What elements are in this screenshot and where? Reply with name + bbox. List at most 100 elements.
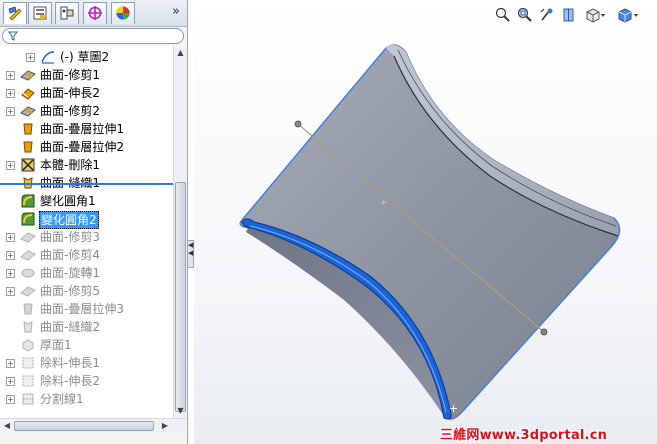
feature-tree-item-label: 厚面1: [40, 338, 72, 352]
feature-tree-item-label: 曲面-疊層拉伸1: [40, 122, 124, 136]
expand-toggle-icon[interactable]: +: [6, 377, 15, 386]
svg-text:+: +: [380, 198, 388, 208]
scroll-left-arrow-icon[interactable]: ◀: [2, 421, 12, 431]
heads-up-view-toolbar: [494, 6, 654, 26]
feature-tree-item-label: 曲面-縫織2: [40, 320, 100, 334]
feature-tree-item-label: 曲面-修剪5: [40, 284, 100, 298]
feature-tree-item-label: 除料-伸長2: [40, 374, 100, 388]
property-manager-icon: [33, 6, 47, 20]
expand-toggle-icon[interactable]: +: [6, 71, 15, 80]
display-tab[interactable]: [111, 2, 135, 24]
feature-tree-item-label: 曲面-疊層拉伸2: [40, 140, 124, 154]
variable-fillet-icon: [20, 193, 36, 209]
expand-toggle-icon[interactable]: +: [6, 395, 15, 404]
feature-tree-item[interactable]: + 曲面-修剪1: [0, 66, 173, 84]
feature-tree-item[interactable]: 曲面-縫織2: [0, 318, 173, 336]
feature-tree-item-label: 曲面-旋轉1: [40, 266, 100, 280]
filter-icon: [8, 31, 18, 41]
zoom-to-fit-icon: [495, 7, 510, 22]
view-orientation-icon: [586, 8, 605, 23]
scroll-down-arrow-icon[interactable]: ▼: [176, 406, 185, 415]
expand-toggle-icon[interactable]: +: [6, 251, 15, 260]
surface-trim-icon: [20, 67, 36, 83]
axis-endpoint-handle[interactable]: [540, 328, 548, 336]
feature-tree-item-label: 除料-伸長1: [40, 356, 100, 370]
view-orientation-button[interactable]: [584, 6, 605, 24]
feature-tree-item[interactable]: 變化圓角1: [0, 192, 173, 210]
previous-view-icon: [540, 8, 553, 21]
property-tab[interactable]: [28, 2, 52, 24]
expand-toggle-icon[interactable]: +: [6, 107, 15, 116]
feature-tree-item[interactable]: 曲面-疊層拉伸3: [0, 300, 173, 318]
variable-fillet-body[interactable]: + +: [239, 44, 621, 420]
feature-tree-item[interactable]: 厚面1: [0, 336, 173, 354]
rollback-bar[interactable]: [0, 183, 173, 185]
feature-tree-item-label: 曲面-疊層拉伸3: [40, 302, 124, 316]
feature-tree-item[interactable]: 曲面-疊層拉伸2: [0, 138, 173, 156]
feature-tree-item[interactable]: + 除料-伸長2: [0, 372, 173, 390]
feature-tree-item-label: 分割線1: [40, 392, 84, 406]
section-view-button[interactable]: [560, 6, 578, 24]
feature-tree-item-label: 曲面-修剪1: [40, 68, 100, 82]
surface-revolve-icon: [20, 265, 36, 281]
feature-tree-tab[interactable]: [3, 2, 27, 24]
feature-tree-item-label: 本體-刪除1: [40, 158, 100, 172]
zoom-to-fit-button[interactable]: [494, 6, 512, 24]
feature-tree-item[interactable]: + 曲面-修剪2: [0, 102, 173, 120]
expand-toggle-icon[interactable]: +: [6, 287, 15, 296]
configuration-manager-icon: [60, 6, 74, 20]
surface-extend-icon: [20, 85, 36, 101]
zoom-to-area-button[interactable]: [516, 6, 534, 24]
axis-endpoint-handle[interactable]: [294, 120, 302, 128]
graphics-area[interactable]: + + 三維网www.3dportal.cn: [194, 0, 657, 444]
feature-tree-item[interactable]: + 曲面-旋轉1: [0, 264, 173, 282]
expand-toggle-icon[interactable]: +: [6, 359, 15, 368]
vertical-scroll-thumb[interactable]: [175, 182, 186, 412]
split-line-icon: [20, 391, 36, 407]
variable-fillet-icon: [20, 211, 36, 227]
feature-tree-item[interactable]: + 曲面-修剪4: [0, 246, 173, 264]
panel-collapse-handle[interactable]: ◀ ◀: [187, 240, 194, 268]
feature-tree-item[interactable]: + 分割線1: [0, 390, 173, 408]
feature-tree-icon: [8, 6, 22, 21]
expand-toggle-icon[interactable]: +: [6, 89, 15, 98]
feature-tree-item[interactable]: + 曲面-修剪5: [0, 282, 173, 300]
feature-tree-item-label: 曲面-修剪3: [40, 230, 100, 244]
feature-tree-item-label: 變化圓角2: [39, 211, 99, 229]
sketch-icon: [40, 49, 56, 65]
dimxpert-tab[interactable]: [83, 2, 107, 24]
feature-tree-item[interactable]: + 除料-伸長1: [0, 354, 173, 372]
feature-tree-item[interactable]: + 本體-刪除1: [0, 156, 173, 174]
scroll-right-arrow-icon[interactable]: ▶: [160, 421, 170, 431]
feature-tree-item[interactable]: 曲面-疊層拉伸1: [0, 120, 173, 138]
more-tabs-button[interactable]: »: [169, 5, 183, 19]
expand-toggle-icon[interactable]: +: [6, 269, 15, 278]
expand-toggle-icon[interactable]: +: [6, 161, 15, 170]
tree-horizontal-scrollbar[interactable]: ◀ ▶: [0, 418, 186, 433]
surface-trim-icon: [20, 103, 36, 119]
extruded-cut-icon: [20, 355, 36, 371]
model-view[interactable]: + +: [194, 0, 657, 444]
previous-view-button[interactable]: [538, 6, 556, 24]
feature-tree-item[interactable]: 變化圓角2: [0, 210, 173, 229]
feature-filter-input[interactable]: [2, 28, 184, 44]
feature-tree-item-label: 曲面-修剪4: [40, 248, 100, 262]
horizontal-scroll-thumb[interactable]: [14, 421, 154, 431]
tree-vertical-scrollbar[interactable]: ▲ ▼: [173, 46, 187, 418]
feature-tree-item[interactable]: + 曲面-修剪3: [0, 228, 173, 246]
surface-loft-icon: [20, 301, 36, 317]
surface-loft-icon: [20, 121, 36, 137]
feature-tree-item-label: 曲面-修剪2: [40, 104, 100, 118]
surface-trim-icon: [20, 229, 36, 245]
expand-toggle-icon[interactable]: +: [6, 233, 15, 242]
delete-body-icon: [20, 157, 36, 173]
display-style-button[interactable]: [616, 6, 638, 24]
feature-tree-item[interactable]: + 曲面-伸長2: [0, 84, 173, 102]
expand-toggle-icon[interactable]: +: [26, 53, 35, 62]
surface-trim-icon: [20, 247, 36, 263]
scroll-up-arrow-icon[interactable]: ▲: [176, 48, 185, 57]
feature-manager-panel: » + (-) 草圖2 + 曲面-修剪1 + 曲面-伸長2 + 曲面-修剪2 曲面-疊層拉伸1 曲…: [0, 0, 188, 444]
feature-tree-item[interactable]: + (-) 草圖2: [0, 48, 173, 66]
svg-text:+: +: [449, 402, 458, 415]
config-tab[interactable]: [55, 2, 79, 24]
